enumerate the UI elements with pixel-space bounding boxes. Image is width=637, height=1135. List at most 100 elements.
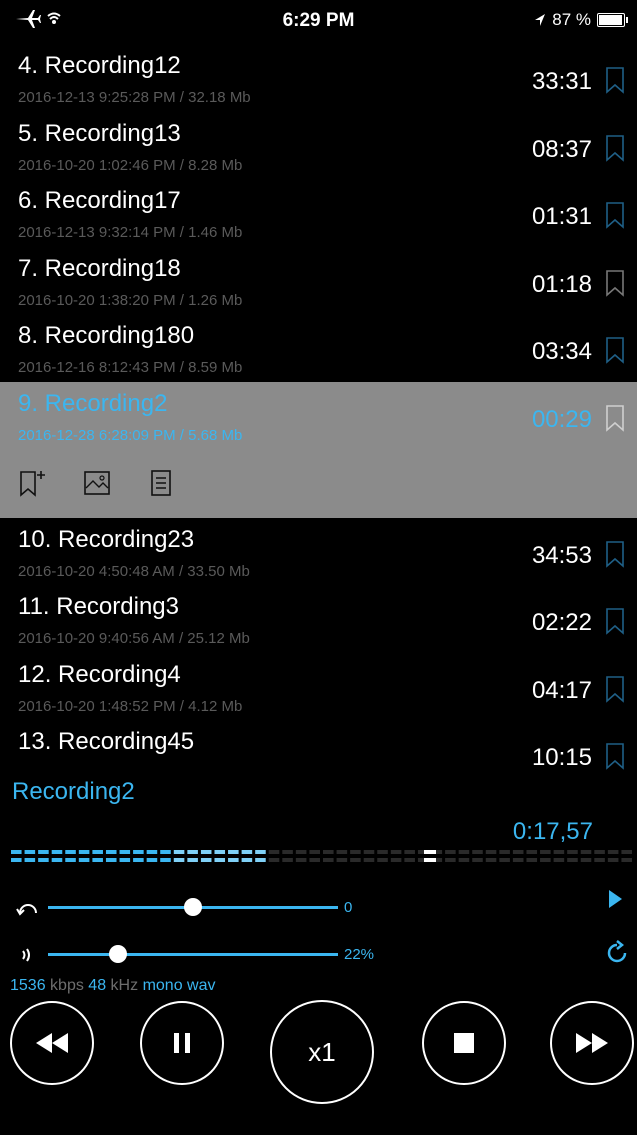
- meter-segment: [11, 850, 22, 854]
- recording-row[interactable]: 8. Recording180 2016-12-16 8:12:43 PM / …: [0, 314, 637, 382]
- play-mode-icon[interactable]: [606, 888, 624, 910]
- samplerate-value: 48: [88, 977, 107, 994]
- volume-slider-knob[interactable]: [108, 945, 127, 963]
- recording-duration: 03:34: [531, 338, 592, 365]
- meter-segment: [160, 858, 171, 862]
- meter-segment: [607, 858, 619, 862]
- meter-segment: [78, 858, 90, 862]
- meter-segment: [594, 858, 605, 862]
- level-meter[interactable]: [10, 846, 634, 868]
- meter-segment: [309, 850, 320, 854]
- bookmark-icon[interactable]: [605, 675, 625, 703]
- recording-row[interactable]: 4. Recording12 2016-12-13 9:25:28 PM / 3…: [0, 44, 637, 112]
- recording-row[interactable]: 10. Recording23 2016-10-20 4:50:48 AM / …: [0, 518, 637, 586]
- meter-segment: [241, 850, 253, 854]
- bookmark-icon[interactable]: [605, 336, 625, 364]
- meter-segment: [445, 850, 456, 854]
- image-icon[interactable]: [82, 468, 112, 498]
- meter-segment: [458, 850, 470, 854]
- meter-segment: [228, 850, 239, 854]
- recording-row[interactable]: 5. Recording13 2016-10-20 1:02:46 PM / 8…: [0, 112, 637, 180]
- fast-forward-button[interactable]: [550, 1001, 634, 1085]
- meter-segment: [255, 858, 266, 862]
- pitch-slider[interactable]: [48, 898, 338, 916]
- rewind-loop-icon[interactable]: [16, 897, 40, 917]
- meter-segment: [146, 858, 158, 862]
- recording-duration: 34:53: [531, 541, 592, 569]
- meter-segment: [594, 850, 605, 854]
- recordings-list[interactable]: 4. Recording12 2016-12-13 9:25:28 PM / 3…: [0, 44, 637, 788]
- recording-duration: 04:17: [531, 676, 592, 704]
- recording-duration: 00:29: [531, 405, 592, 433]
- repeat-icon[interactable]: [604, 940, 630, 966]
- speed-button[interactable]: x1: [270, 1000, 374, 1104]
- bitrate-value: 1536: [10, 977, 46, 994]
- bookmark-icon[interactable]: [605, 269, 625, 297]
- channels-value: mono: [142, 977, 183, 994]
- recording-row[interactable]: 12. Recording4 2016-10-20 1:48:52 PM / 4…: [0, 653, 637, 721]
- meter-segment: [51, 850, 63, 854]
- meter-segment: [78, 850, 90, 854]
- meter-segment: [472, 850, 483, 854]
- add-bookmark-icon[interactable]: [18, 468, 48, 498]
- meter-segment: [11, 858, 22, 862]
- bookmark-icon[interactable]: [605, 201, 625, 229]
- meter-segment: [241, 858, 253, 862]
- bookmark-icon[interactable]: [605, 540, 625, 568]
- meter-segment: [51, 858, 63, 862]
- bookmark-icon[interactable]: [605, 742, 625, 770]
- meter-segment: [92, 858, 103, 862]
- recording-row[interactable]: 6. Recording17 2016-12-13 9:32:14 PM / 1…: [0, 179, 637, 247]
- meter-segment: [282, 858, 293, 862]
- meter-segment: [350, 850, 361, 854]
- notes-icon[interactable]: [146, 468, 176, 498]
- pitch-slider-knob[interactable]: [184, 898, 202, 916]
- bookmark-icon[interactable]: [605, 134, 625, 162]
- meter-segment: [621, 858, 632, 862]
- meter-segment: [540, 850, 551, 854]
- meter-segment: [336, 850, 348, 854]
- meter-segment: [553, 858, 565, 862]
- meter-segment: [512, 850, 524, 854]
- recording-row[interactable]: 11. Recording3 2016-10-20 9:40:56 AM / 2…: [0, 585, 637, 653]
- recording-meta: 2016-10-20 4:50:48 AM / 33.50 Mb: [18, 562, 250, 580]
- meter-segment: [214, 850, 226, 854]
- rewind-button[interactable]: [10, 1001, 94, 1085]
- meter-segment: [214, 858, 226, 862]
- meter-segment: [92, 850, 103, 854]
- meter-segment: [282, 850, 293, 854]
- meter-segment: [553, 850, 565, 854]
- bitrate-unit: kbps: [50, 977, 84, 994]
- meter-segment: [485, 858, 497, 862]
- recording-meta: 2016-10-20 9:40:56 AM / 25.12 Mb: [18, 630, 250, 647]
- bookmark-icon[interactable]: [605, 66, 625, 94]
- meter-segment: [268, 858, 280, 862]
- meter-segment: [105, 850, 117, 854]
- recording-title: 5. Recording13: [18, 119, 181, 147]
- meter-segment: [65, 858, 76, 862]
- stop-button[interactable]: [422, 1001, 506, 1085]
- samplerate-unit: kHz: [110, 977, 139, 994]
- recording-meta: 2016-12-13 9:25:28 PM / 32.18 Mb: [18, 89, 251, 106]
- pause-icon: [174, 1033, 190, 1053]
- volume-icon: [22, 948, 30, 962]
- recording-title: 6. Recording17: [18, 187, 181, 214]
- pause-button[interactable]: [140, 1001, 224, 1085]
- status-bar: 6:29 PM 87 %: [0, 0, 637, 44]
- bookmark-icon[interactable]: [605, 404, 625, 432]
- recording-row[interactable]: 7. Recording18 2016-10-20 1:38:20 PM / 1…: [0, 247, 637, 315]
- meter-segment: [404, 858, 415, 862]
- recording-row[interactable]: 9. Recording2 2016-12-28 6:28:09 PM / 5.…: [0, 381, 637, 518]
- pitch-value: 0: [344, 899, 353, 916]
- meter-segment: [119, 858, 131, 862]
- recording-meta: 2016-12-28 6:28:09 PM / 5.68 Mb: [18, 426, 243, 444]
- meter-segment: [499, 850, 510, 854]
- volume-slider[interactable]: [48, 945, 338, 963]
- meter-segment: [38, 858, 49, 862]
- format-value: wav: [187, 977, 216, 994]
- meter-segment: [472, 858, 483, 862]
- rewind-icon: [36, 1033, 68, 1053]
- recording-title: 11. Recording3: [18, 593, 179, 620]
- speed-label: x1: [308, 1036, 336, 1067]
- bookmark-icon[interactable]: [605, 607, 625, 635]
